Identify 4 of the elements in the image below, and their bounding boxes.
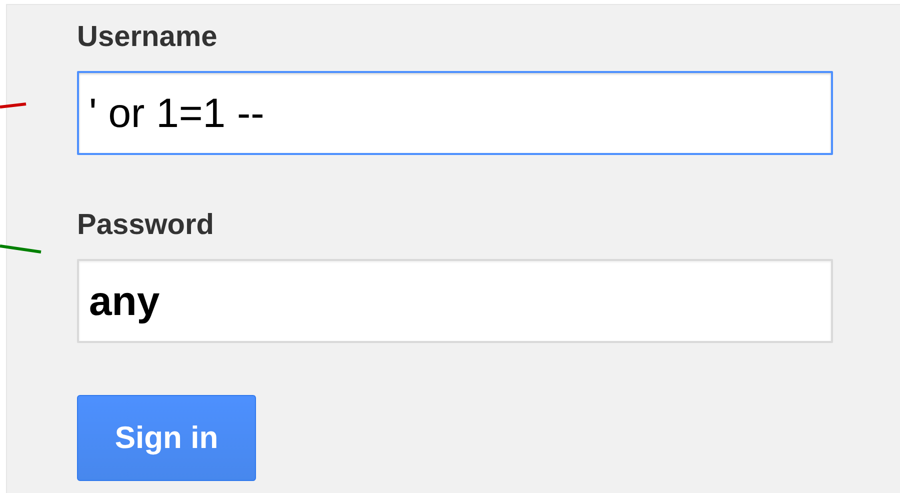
field-label: Password [77,208,215,243]
input-field[interactable]: ' or 1=1 -- [77,71,833,155]
input-field[interactable]: any [77,259,833,343]
field-label: Username [77,20,218,55]
